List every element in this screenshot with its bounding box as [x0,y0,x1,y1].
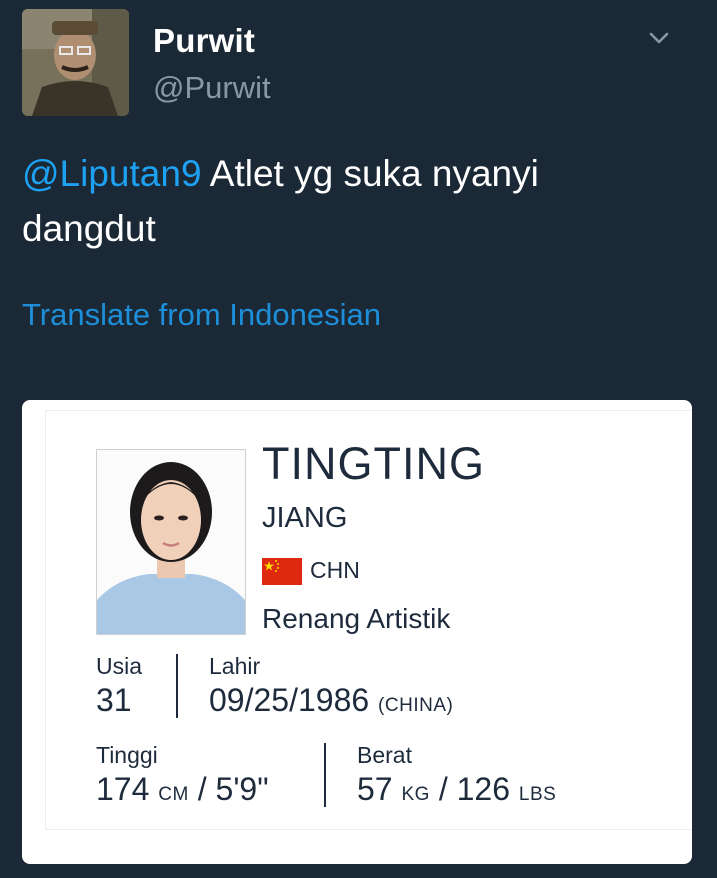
birth-date: 09/25/1986 [209,682,370,718]
birth-place: (CHINA) [378,695,454,716]
user-handle[interactable]: @Purwit [153,70,271,106]
age-value: 31 [96,682,132,718]
mention-link[interactable]: @Liputan9 [22,153,202,194]
tweet: Purwit @Purwit @Liputan9 Atlet yg suka n… [0,0,717,878]
divider [176,654,178,718]
height-label: Tinggi [96,742,158,768]
divider [324,743,326,807]
weight-value: 57 KG / 126 LBS [357,771,557,807]
height-value: 174 CM / 5'9" [96,771,269,807]
athlete-first-name: TINGTING [262,438,485,489]
display-name[interactable]: Purwit [153,22,255,60]
chevron-down-icon[interactable] [644,26,674,50]
translate-link[interactable]: Translate from Indonesian [22,297,381,333]
athlete-card: TINGTING JIANG CHN Renang Artistik Usia … [46,411,692,829]
tweet-text: @Liputan9 Atlet yg suka nyanyi dangdut [22,146,682,256]
athlete-last-name: JIANG [262,502,348,534]
birth-value: 09/25/1986 (CHINA) [209,682,453,719]
avatar[interactable] [22,9,129,116]
age-label: Usia [96,653,143,679]
sport: Renang Artistik [262,603,451,634]
athlete-photo [96,449,246,635]
china-flag-icon [262,558,302,585]
avatar-image [22,9,129,116]
birth-label: Lahir [209,653,261,679]
weight-label: Berat [357,742,412,768]
tweet-media-image[interactable]: TINGTING JIANG CHN Renang Artistik Usia … [22,400,692,864]
country-code: CHN [310,557,360,583]
